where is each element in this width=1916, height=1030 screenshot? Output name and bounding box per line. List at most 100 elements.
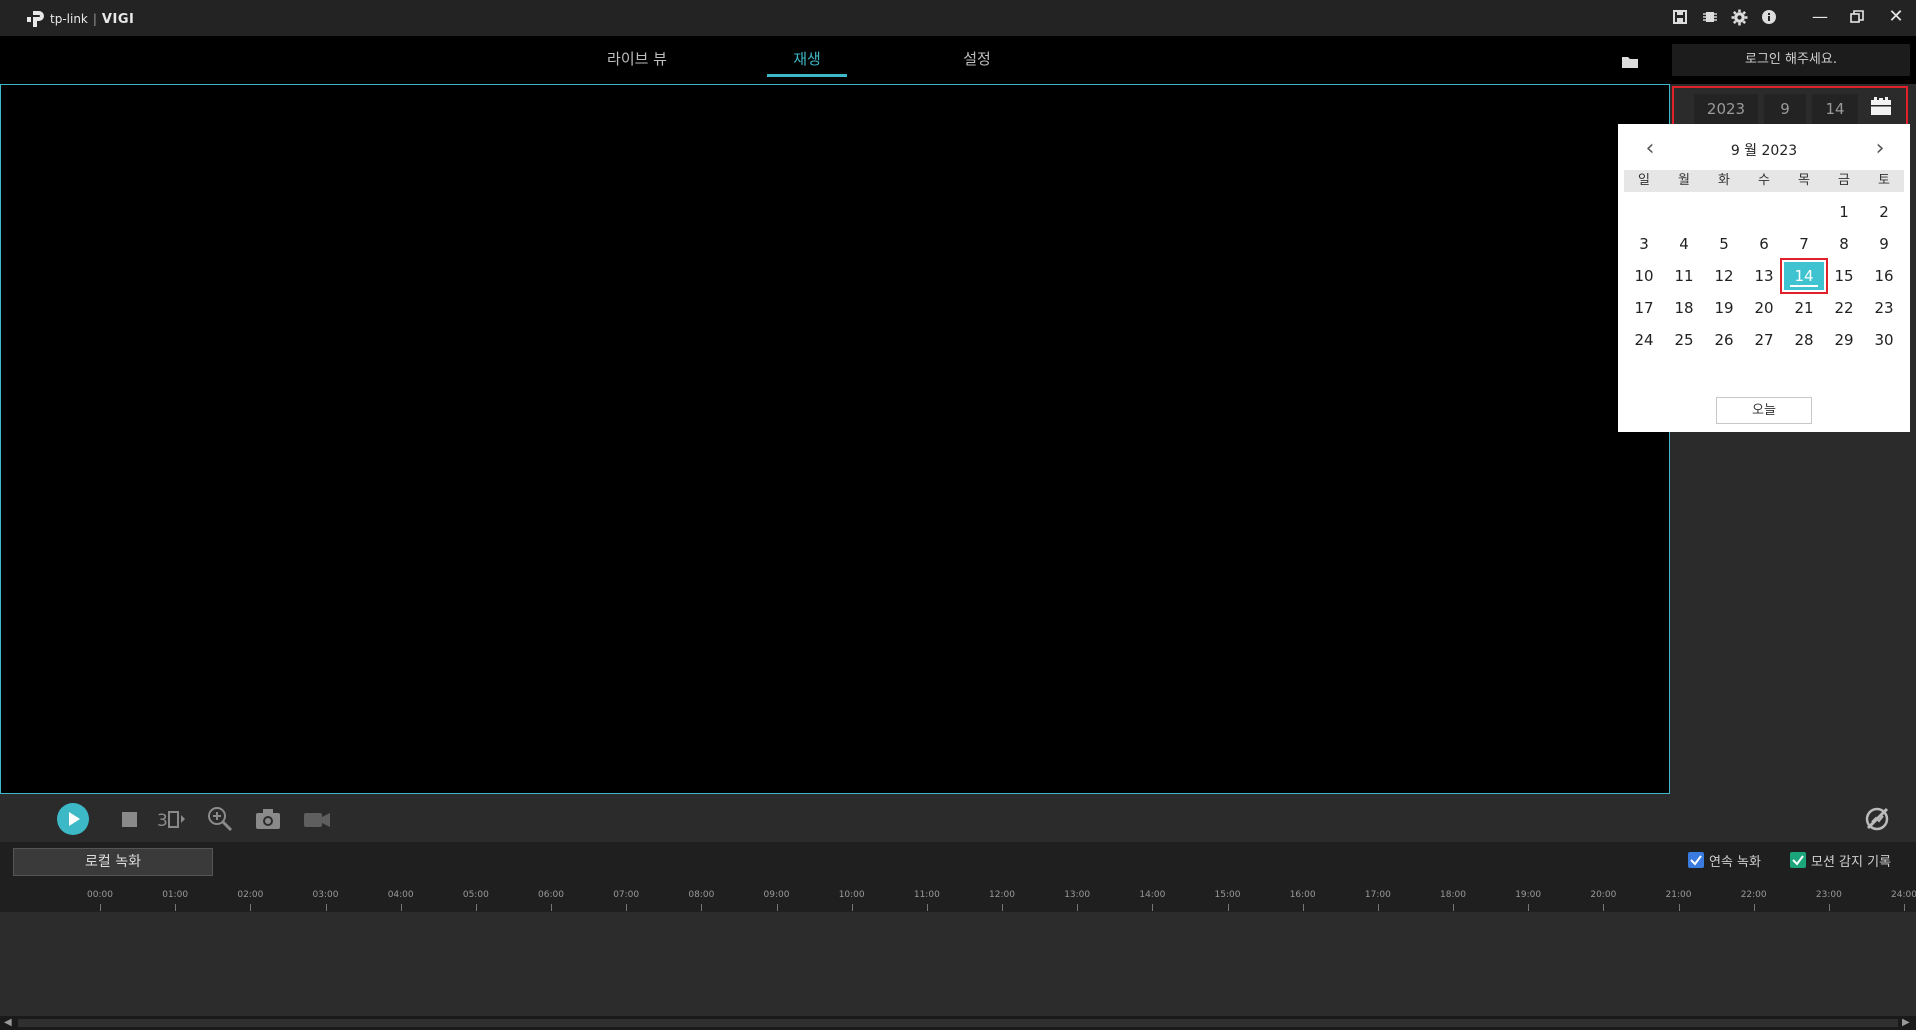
calendar-day[interactable]: 12 (1704, 262, 1744, 290)
calendar-day[interactable]: 23 (1864, 294, 1904, 322)
calendar-day[interactable]: 18 (1664, 294, 1704, 322)
calendar-day[interactable]: 29 (1824, 326, 1864, 354)
timeline-tick-mark (1377, 904, 1379, 911)
restore-icon[interactable] (1846, 6, 1868, 28)
weekday-label: 토 (1878, 173, 1890, 188)
calendar-day[interactable]: 28 (1784, 326, 1824, 354)
gear-icon[interactable] (1731, 9, 1749, 27)
calendar-day[interactable]: 5 (1704, 230, 1744, 258)
calendar-day[interactable]: 21 (1784, 294, 1824, 322)
nav-bar: 라이브 뷰 재생 설정 (0, 36, 1916, 84)
timeline-tick-label: 21:00 (1665, 890, 1692, 900)
timeline-tick-label: 05:00 (462, 890, 489, 900)
calendar-day[interactable]: 10 (1624, 262, 1664, 290)
motion-recording-label: 모션 감지 기록 (1811, 855, 1892, 870)
local-recording-button[interactable]: 로컬 녹화 (13, 848, 213, 876)
year-field[interactable]: 2023 (1694, 94, 1758, 124)
timeline-tick-label: 04:00 (387, 890, 414, 900)
svg-text:3: 3 (157, 811, 168, 831)
calendar-day[interactable]: 2 (1864, 198, 1904, 226)
video-display[interactable] (0, 84, 1670, 794)
snapshot-camera-icon[interactable] (253, 804, 283, 834)
calendar-day[interactable]: 24 (1624, 326, 1664, 354)
login-prompt[interactable]: 로그인 해주세요. (1672, 44, 1910, 76)
chip-icon[interactable] (1702, 9, 1720, 27)
calendar-day[interactable]: 6 (1744, 230, 1784, 258)
brand-name: tp-link (50, 12, 88, 26)
today-button[interactable]: 오늘 (1716, 397, 1812, 424)
calendar-day[interactable]: 27 (1744, 326, 1784, 354)
calendar-day[interactable]: 26 (1704, 326, 1744, 354)
scroll-track[interactable] (18, 1019, 1898, 1027)
close-icon[interactable]: ✕ (1885, 6, 1907, 28)
timeline-tick-mark (1302, 904, 1304, 911)
scroll-left-icon[interactable]: ◀ (4, 1016, 12, 1030)
play-button[interactable] (57, 803, 89, 835)
month-field[interactable]: 9 (1764, 94, 1806, 124)
calendar-day[interactable]: 1 (1824, 198, 1864, 226)
calendar-day[interactable]: 8 (1824, 230, 1864, 258)
record-video-icon[interactable] (302, 804, 332, 834)
calendar-day[interactable]: 11 (1664, 262, 1704, 290)
weekday-label: 월 (1678, 173, 1690, 188)
calendar-day[interactable]: 20 (1744, 294, 1784, 322)
weekday-label: 화 (1718, 173, 1730, 188)
timeline-tick-mark (1753, 904, 1755, 911)
timeline-tick-label: 09:00 (763, 890, 790, 900)
calendar-day[interactable]: 19 (1704, 294, 1744, 322)
calendar-day[interactable]: 9 (1864, 230, 1904, 258)
calendar-day[interactable]: 15 (1824, 262, 1864, 290)
calendar-day[interactable]: 22 (1824, 294, 1864, 322)
scroll-right-icon[interactable]: ▶ (1902, 1016, 1910, 1030)
timeline-tick-label: 20:00 (1590, 890, 1617, 900)
info-icon[interactable] (1761, 9, 1779, 27)
timeline-tick-mark (1453, 904, 1454, 911)
weekday-label: 금 (1838, 173, 1850, 188)
weekday-label: 수 (1758, 173, 1770, 188)
calendar-day[interactable]: 13 (1744, 262, 1784, 290)
weekday-header: 일 월 화 수 목 금 토 (1624, 170, 1904, 192)
title-bar: tp-link | VIGI — ✕ (0, 0, 1916, 36)
tab-playback[interactable]: 재생 (767, 48, 847, 69)
calendar-day[interactable]: 7 (1784, 230, 1824, 258)
timeline-tick-label: 10:00 (838, 890, 865, 900)
folder-icon[interactable] (1622, 53, 1638, 72)
continuous-recording-checkbox[interactable] (1688, 852, 1704, 868)
stop-button[interactable] (114, 804, 144, 834)
day-field[interactable]: 14 (1812, 94, 1858, 124)
calendar-day[interactable]: 25 (1664, 326, 1704, 354)
calendar-day[interactable]: 17 (1624, 294, 1664, 322)
calendar-day[interactable]: 3 (1624, 230, 1664, 258)
tab-live-view[interactable]: 라이브 뷰 (597, 48, 677, 69)
calendar-day-selected[interactable]: 14 (1784, 262, 1824, 290)
timeline-tick-mark (851, 904, 853, 911)
tab-settings[interactable]: 설정 (937, 48, 1017, 69)
timeline-tick-label: 16:00 (1289, 890, 1316, 900)
calendar-day[interactable]: 16 (1864, 262, 1904, 290)
timeline-tick-label: 03:00 (312, 890, 339, 900)
timeline-tick-mark (100, 904, 101, 911)
calendar-icon[interactable] (1870, 96, 1896, 122)
calendar-day[interactable]: 4 (1664, 230, 1704, 258)
hide-timeline-icon[interactable] (1862, 804, 1892, 834)
player-controls: 3 (0, 796, 1916, 840)
timeline-tick-mark (1002, 904, 1003, 911)
next-month-icon[interactable]: › (1870, 136, 1890, 161)
weekday-label: 일 (1638, 173, 1650, 188)
timeline-tick-mark (626, 904, 628, 911)
minimize-icon[interactable]: — (1809, 6, 1831, 28)
timeline-tick-mark (1152, 904, 1154, 911)
calendar-day[interactable]: 30 (1864, 326, 1904, 354)
speed-3x-icon[interactable]: 3 (156, 804, 188, 834)
timeline-scrollbar[interactable]: ◀ ▶ (0, 1016, 1916, 1030)
app-logo: tp-link | VIGI (24, 8, 134, 30)
active-tab-indicator (767, 74, 847, 77)
recording-bar: 로컬 녹화 연속 녹화 모션 감지 기록 (0, 842, 1916, 880)
timeline-tick-mark (175, 904, 177, 911)
motion-recording-checkbox[interactable] (1790, 852, 1806, 868)
timeline-tick-mark (926, 904, 928, 911)
zoom-in-icon[interactable] (205, 804, 235, 834)
timeline-tick-label: 08:00 (688, 890, 715, 900)
save-icon[interactable] (1672, 9, 1690, 27)
timeline[interactable]: 00:00 01:00 02:00 03:00 04:00 05:00 06:00 07:00… (0, 880, 1916, 1016)
